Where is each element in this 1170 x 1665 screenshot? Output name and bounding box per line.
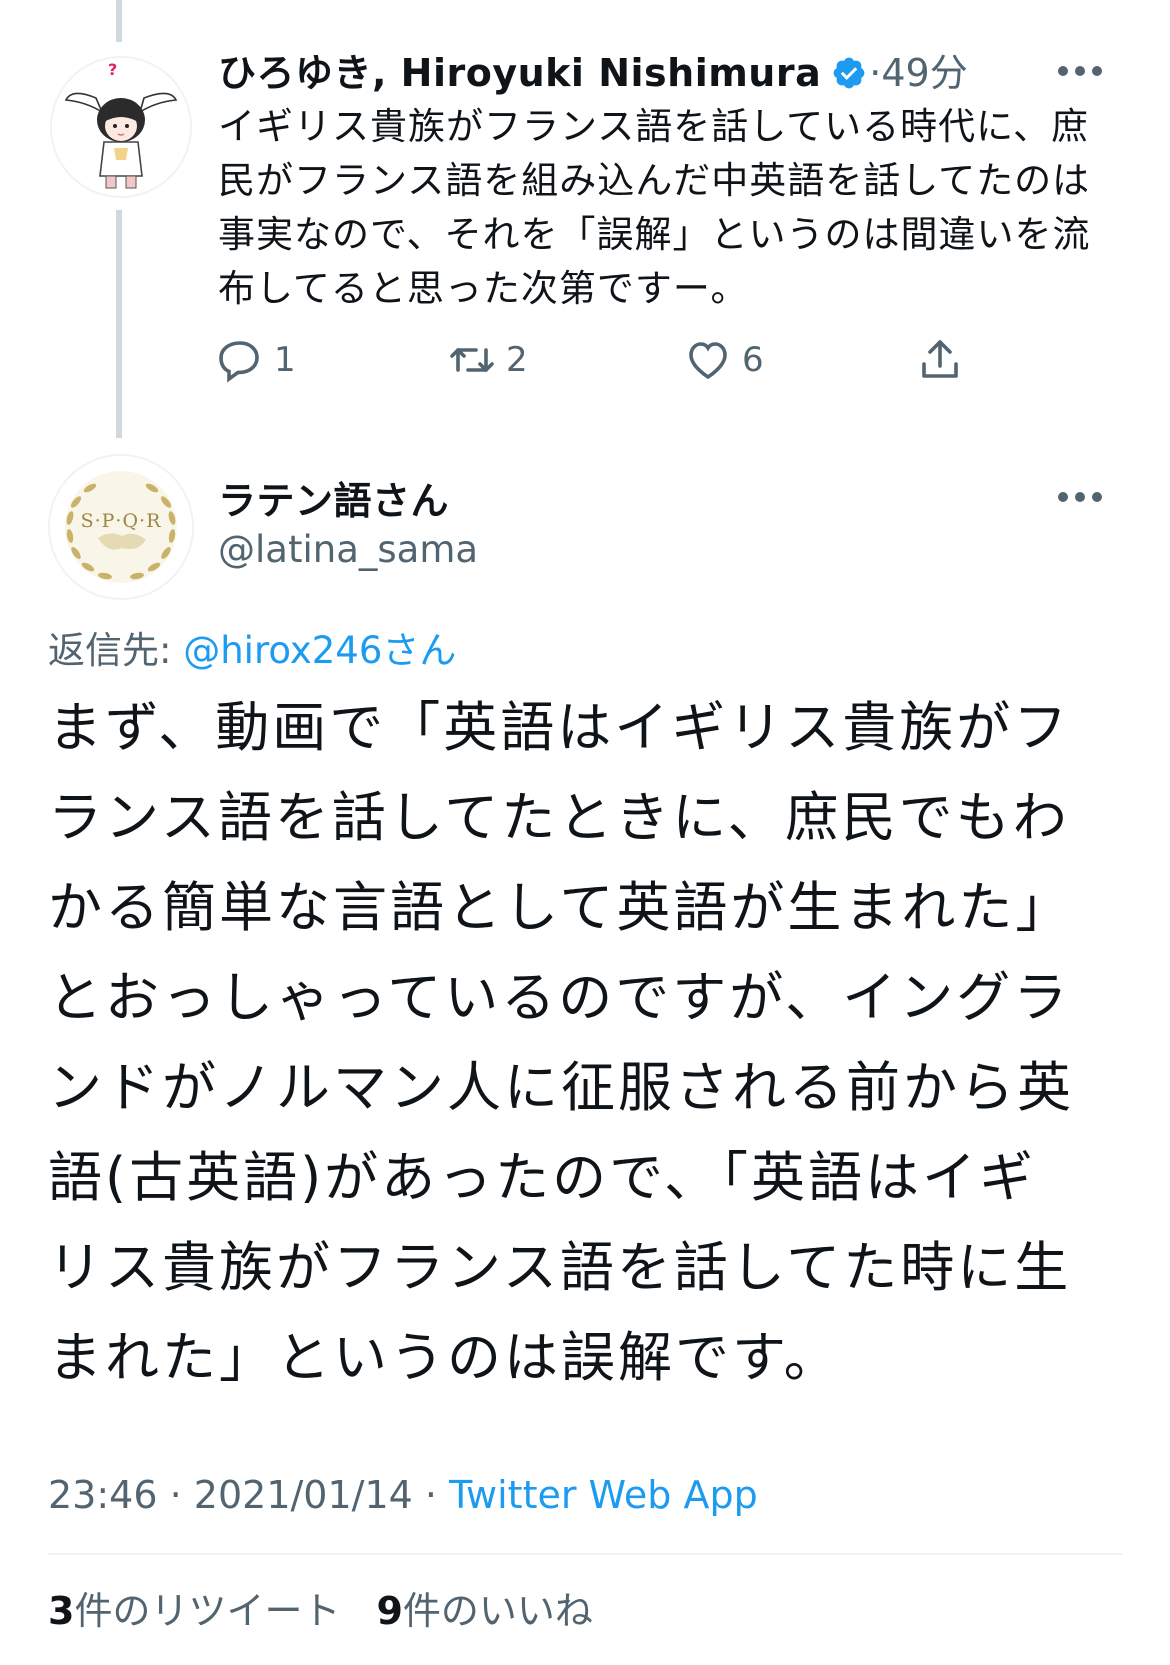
tweet-date[interactable]: 2021/01/14 (194, 1473, 413, 1517)
likes-label: 件のいいね (402, 1589, 593, 1633)
parent-display-name[interactable]: ひろゆき, Hiroyuki Nishimura (218, 51, 821, 95)
spqr-text: S·P·Q·R (80, 510, 162, 532)
source-app-link[interactable]: Twitter Web App (449, 1473, 758, 1517)
retweet-button[interactable]: 2 (448, 336, 528, 384)
like-button[interactable]: 6 (684, 336, 764, 384)
latina-avatar[interactable]: S·P·Q·R (48, 454, 194, 600)
tweet-stats: 3件のリツイート 9件のいいね (48, 1580, 593, 1635)
parent-more-options-icon[interactable] (1058, 66, 1102, 78)
share-button[interactable] (916, 336, 974, 384)
main-handle[interactable]: @latina_sama (218, 528, 478, 571)
main-display-name[interactable]: ラテン語さん (218, 470, 449, 525)
retweet-count: 2 (506, 340, 528, 380)
parent-dot: · (869, 51, 882, 95)
like-count: 6 (742, 340, 764, 380)
like-icon (689, 342, 727, 380)
replying-to-line: 返信先: @hirox246さん (48, 620, 456, 674)
retweets-stat[interactable]: 3件のリツイート (48, 1580, 340, 1635)
reply-icon (219, 341, 259, 383)
likes-stat[interactable]: 9件のいいね (376, 1580, 592, 1635)
reply-count: 1 (274, 340, 296, 380)
tweet-time[interactable]: 23:46 (48, 1473, 158, 1517)
parent-tweet-text: イギリス貴族がフランス語を話している時代に、庶 民がフランス語を組み込んだ中英語… (218, 105, 1091, 310)
parent-avatar[interactable]: ? (50, 56, 192, 198)
thread-line-top (116, 0, 122, 42)
timestamp-sep-2: · (424, 1473, 438, 1517)
parent-time-ago[interactable]: 49分 (881, 51, 967, 95)
retweet-icon (450, 348, 494, 372)
thread-line-bottom (116, 210, 122, 438)
reply-button[interactable]: 1 (216, 336, 296, 384)
avatar-question-mark: ? (108, 60, 118, 79)
verified-badge-icon (831, 55, 867, 91)
tweet-timestamp-line: 23:46 · 2021/01/14 · Twitter Web App (48, 1473, 758, 1517)
replying-prefix: 返信先: (48, 629, 172, 672)
retweets-count: 3 (48, 1589, 75, 1633)
share-icon (922, 340, 958, 378)
main-more-options-icon[interactable] (1058, 492, 1102, 504)
timestamp-sep-1: · (169, 1473, 182, 1517)
likes-count: 9 (376, 1589, 403, 1633)
replying-to-mention[interactable]: @hirox246さん (183, 629, 456, 672)
stats-divider (48, 1553, 1122, 1555)
parent-tweet-header: ひろゆき, Hiroyuki Nishimura ·49分 (218, 42, 968, 97)
retweets-label: 件のリツイート (74, 1589, 341, 1633)
main-tweet-text: まず、動画で「英語はイギリス貴族がフ ランス語を話してたときに、庶民でもわ かる… (48, 696, 1074, 1389)
bunny-girl-avatar-image (52, 58, 190, 196)
